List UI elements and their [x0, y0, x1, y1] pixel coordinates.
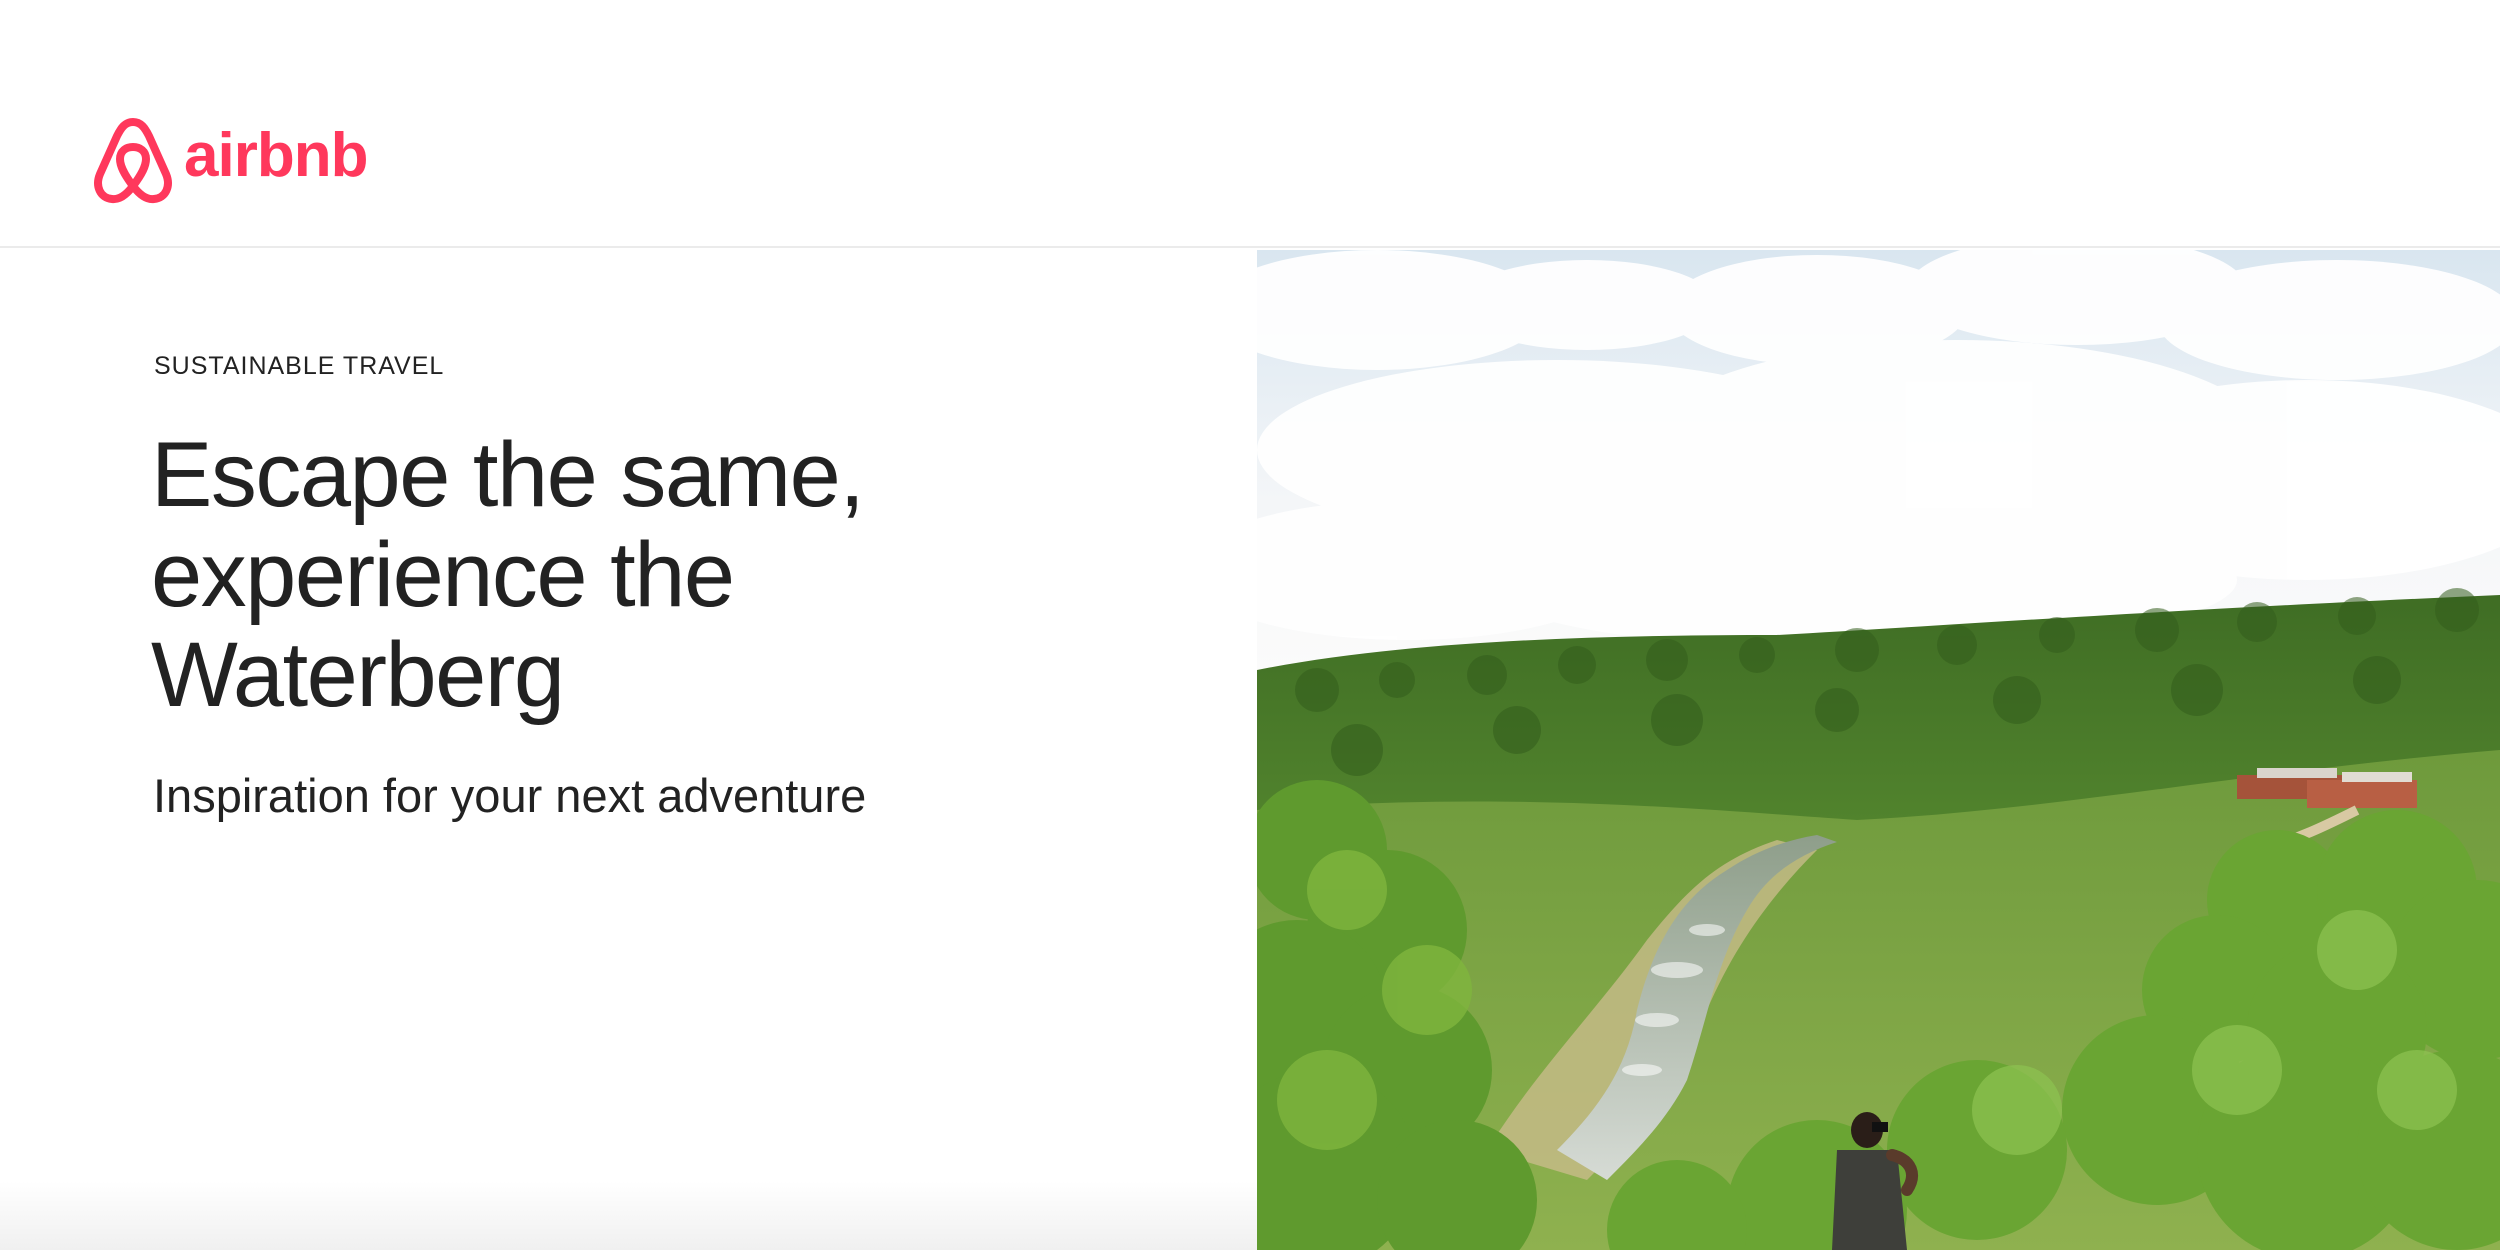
airbnb-logo-link[interactable]: airbnb	[92, 114, 368, 206]
hero-headline: Escape the same, experience the Waterber…	[151, 425, 1131, 725]
bottom-fade	[0, 1180, 1257, 1250]
hero-text-panel	[0, 250, 1257, 1250]
headline-line-2: experience the	[151, 524, 735, 626]
airbnb-belo-icon	[94, 118, 172, 204]
top-header: airbnb	[0, 0, 2500, 248]
headline-line-3: Waterberg	[151, 624, 565, 726]
hero-landscape-photo	[1257, 250, 2500, 1250]
hero-subtitle: Inspiration for your next adventure	[153, 769, 867, 822]
brand-wordmark: airbnb	[184, 121, 368, 190]
hero-eyebrow: SUSTAINABLE TRAVEL	[154, 352, 445, 380]
headline-line-1: Escape the same,	[151, 424, 865, 526]
page: airbnb SUSTAINABLE TRAVEL Escape the sam…	[0, 0, 2500, 1250]
